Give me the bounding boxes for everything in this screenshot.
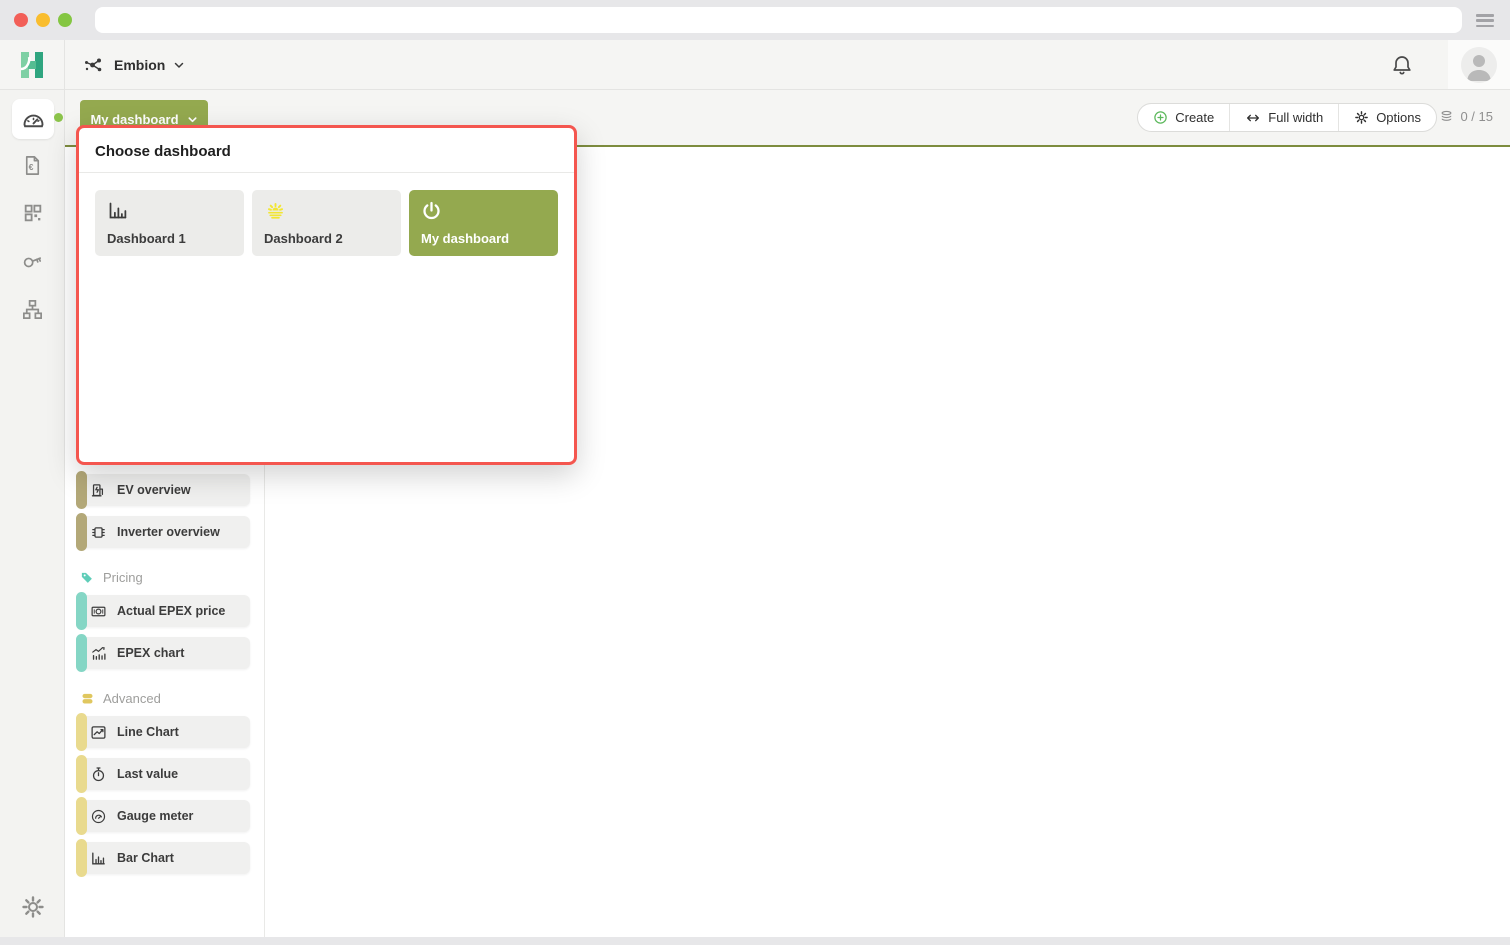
h-logo-icon (16, 49, 48, 81)
bar-chart-icon (107, 200, 128, 221)
money-euro-icon (90, 603, 107, 620)
svg-text:€: € (29, 162, 34, 172)
inverter-chip-icon (90, 524, 107, 541)
user-menu-button[interactable] (1448, 40, 1510, 89)
grid-icon (22, 202, 44, 224)
window-minimize-button[interactable] (36, 13, 50, 27)
window-footer (0, 937, 1510, 945)
dashboard-card-label: My dashboard (421, 231, 546, 246)
bar-chart-icon (90, 850, 107, 867)
gear-icon (21, 895, 45, 919)
settings-button[interactable] (0, 895, 65, 919)
panel-section-label: Advanced (103, 691, 161, 706)
tag-icon (80, 570, 95, 585)
invoice-euro-icon: € (21, 154, 44, 177)
widget-counter: 0 / 15 (1439, 109, 1493, 124)
bell-icon (1390, 53, 1414, 77)
dashboard-card-label: Dashboard 2 (264, 231, 389, 246)
layers-icon (1439, 109, 1454, 124)
sunrise-icon (264, 200, 287, 221)
arrows-horizontal-icon (1245, 110, 1261, 126)
widget-item-bar-chart[interactable]: Bar Chart (80, 842, 250, 874)
dashboard-card-label: Dashboard 1 (107, 231, 232, 246)
ev-charger-icon (90, 482, 107, 499)
widget-item-label: EV overview (117, 483, 191, 497)
nav-rail: € (0, 90, 65, 937)
notifications-button[interactable] (1390, 53, 1414, 77)
dashboard-card-list: Dashboard 1 Dashboard 2 My dashboard (79, 173, 574, 273)
panel-section-pricing: Pricing (80, 570, 264, 585)
widget-item-line-chart[interactable]: Line Chart (80, 716, 250, 748)
avatar (1461, 47, 1497, 83)
widget-item-inverter-overview[interactable]: Inverter overview (80, 516, 250, 548)
stopwatch-icon (90, 766, 107, 783)
widget-item-label: Inverter overview (117, 525, 220, 539)
full-width-button[interactable]: Full width (1229, 104, 1338, 131)
toolbar-button-group: Create Full width Options (1137, 103, 1437, 132)
widget-count-value: 0 / 15 (1460, 109, 1493, 124)
organization-name: Embion (114, 57, 165, 73)
dashboard-card-2[interactable]: Dashboard 2 (252, 190, 401, 256)
nav-access-keys[interactable] (0, 250, 65, 273)
widget-item-gauge-meter[interactable]: Gauge meter (80, 800, 250, 832)
widget-item-epex-chart[interactable]: EPEX chart (80, 637, 250, 669)
panel-section-advanced: Advanced (80, 691, 264, 706)
options-label: Options (1376, 110, 1421, 125)
plus-circle-icon (1153, 110, 1168, 125)
widget-item-label: Bar Chart (117, 851, 174, 865)
chevron-down-icon (173, 59, 185, 71)
line-chart-icon (90, 724, 107, 741)
power-icon (421, 200, 442, 221)
window-close-button[interactable] (14, 13, 28, 27)
options-button[interactable]: Options (1338, 104, 1436, 131)
popover-title: Choose dashboard (79, 128, 574, 172)
widget-item-last-value[interactable]: Last value (80, 758, 250, 790)
create-label: Create (1175, 110, 1214, 125)
chart-bars-up-icon (90, 645, 107, 662)
nav-structure[interactable] (0, 298, 65, 321)
nav-billing[interactable]: € (0, 154, 65, 177)
speedometer-icon (20, 106, 47, 133)
browser-chrome (0, 0, 1510, 40)
choose-dashboard-popover: Choose dashboard Dashboard 1 Dashboard 2… (76, 125, 577, 465)
browser-menu-icon[interactable] (1476, 14, 1494, 27)
widget-item-label: Line Chart (117, 725, 179, 739)
sitemap-icon (21, 298, 44, 321)
gear-icon (1354, 110, 1369, 125)
address-bar[interactable] (95, 7, 1462, 33)
chevron-down-icon (187, 114, 198, 125)
widget-item-label: Last value (117, 767, 178, 781)
stack-icon (80, 691, 95, 706)
full-width-label: Full width (1268, 110, 1323, 125)
app-logo[interactable] (0, 40, 65, 89)
gauge-icon (90, 808, 107, 825)
widget-item-label: Gauge meter (117, 809, 193, 823)
dashboard-card-my-dashboard-selected[interactable]: My dashboard (409, 190, 558, 256)
widget-item-label: Actual EPEX price (117, 604, 225, 618)
panel-section-label: Pricing (103, 570, 143, 585)
dashboard-card-1[interactable]: Dashboard 1 (95, 190, 244, 256)
app-header: Embion (0, 40, 1510, 90)
organization-switcher[interactable]: Embion (82, 53, 185, 77)
nav-widgets[interactable] (0, 202, 65, 224)
create-button[interactable]: Create (1138, 104, 1229, 131)
active-indicator-dot (54, 113, 63, 122)
widget-item-actual-epex-price[interactable]: Actual EPEX price (80, 595, 250, 627)
molecule-icon (82, 53, 106, 77)
key-icon (21, 250, 44, 273)
widget-item-label: EPEX chart (117, 646, 184, 660)
widget-item-ev-overview[interactable]: EV overview (80, 474, 250, 506)
nav-dashboards-active[interactable] (12, 99, 54, 139)
window-maximize-button[interactable] (58, 13, 72, 27)
